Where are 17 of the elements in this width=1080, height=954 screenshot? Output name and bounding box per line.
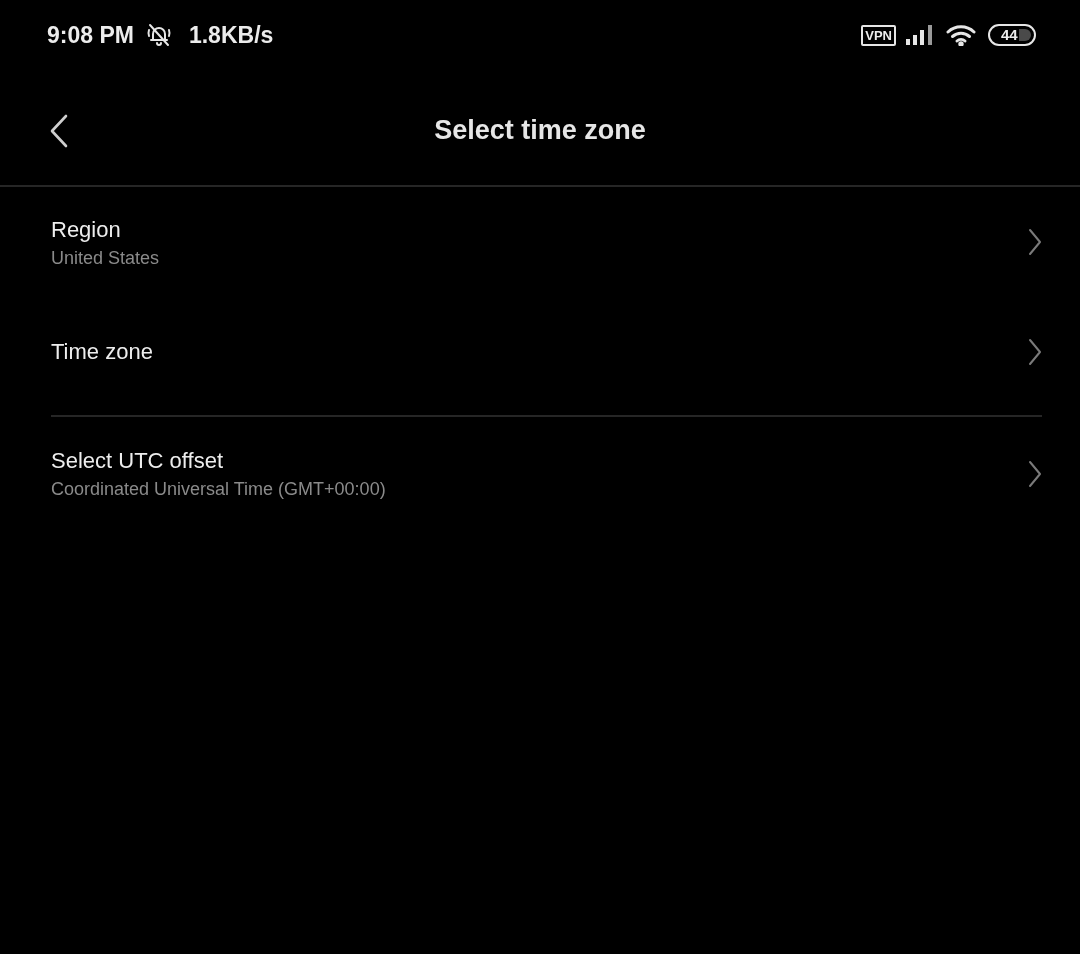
back-icon[interactable]	[48, 114, 70, 148]
page-title: Select time zone	[434, 114, 646, 146]
setting-value: Coordinated Universal Time (GMT+00:00)	[51, 478, 386, 500]
setting-title[interactable]: Select UTC offset	[51, 447, 386, 475]
setting-title[interactable]: Region	[51, 215, 160, 244]
wifi-icon	[946, 24, 976, 46]
chevron-right-icon	[1028, 338, 1042, 366]
clock-time: 9:08 PM	[47, 22, 134, 48]
chevron-right-icon	[1028, 228, 1042, 256]
network-speed: 1.8KB/s	[188, 22, 274, 48]
setting-title[interactable]: Time zone	[51, 338, 153, 366]
chevron-right-icon	[1028, 459, 1042, 488]
bell-off-icon	[145, 22, 172, 48]
vpn-indicator: VPN	[861, 24, 896, 46]
setting-value: United States	[51, 246, 160, 269]
signal-icon	[906, 25, 935, 45]
battery-indicator: 44	[988, 24, 1036, 46]
